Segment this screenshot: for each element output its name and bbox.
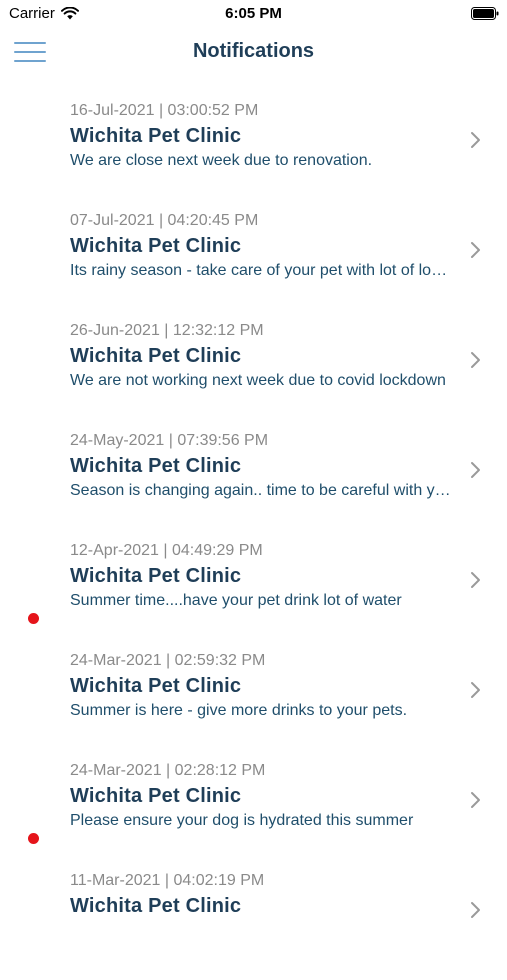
notification-sender: Wichita Pet Clinic bbox=[70, 235, 242, 257]
chevron-right-icon bbox=[471, 132, 480, 148]
notification-message: Summer time....have your pet drink lot o… bbox=[70, 592, 402, 609]
chevron-right-icon bbox=[471, 242, 480, 258]
chevron-right-icon bbox=[471, 682, 480, 698]
notification-message: We are not working next week due to covi… bbox=[70, 372, 446, 389]
notification-item[interactable]: 16-Jul-2021 | 03:00:52 PM Wichita Pet Cli… bbox=[0, 100, 507, 210]
notification-message: Please ensure your dog is hydrated this … bbox=[70, 812, 414, 829]
notification-date: 11-Mar-2021 | 04:02:19 PM bbox=[70, 872, 265, 889]
notification-date: 24-Mar-2021 | 02:59:32 PM bbox=[70, 652, 266, 669]
notification-item[interactable]: 07-Jul-2021 | 04:20:45 PM Wichita Pet Cli… bbox=[0, 210, 507, 320]
notification-sender: Wichita Pet Clinic bbox=[70, 345, 242, 367]
chevron-right-icon bbox=[471, 352, 480, 368]
navigation-bar: Notifications bbox=[0, 28, 507, 78]
chevron-right-icon bbox=[471, 792, 480, 808]
chevron-right-icon bbox=[471, 462, 480, 478]
chevron-right-icon bbox=[471, 572, 480, 588]
notification-message: Its rainy season - take care of your pet… bbox=[70, 262, 454, 279]
unread-indicator bbox=[28, 613, 39, 624]
notification-item[interactable]: 24-Mar-2021 | 02:59:32 PM Wichita Pet Cli… bbox=[0, 650, 507, 760]
notification-date: 12-Apr-2021 | 04:49:29 PM bbox=[70, 542, 263, 559]
battery-icon bbox=[471, 7, 499, 20]
notification-message: Summer is here - give more drinks to you… bbox=[70, 702, 408, 719]
status-time: 6:05 PM bbox=[225, 5, 282, 22]
unread-indicator bbox=[28, 833, 39, 844]
status-bar: Carrier 6:05 PM bbox=[0, 0, 507, 28]
notification-item[interactable]: 11-Mar-2021 | 04:02:19 PM Wichita Pet Cli… bbox=[0, 870, 507, 980]
notification-sender: Wichita Pet Clinic bbox=[70, 125, 242, 147]
notification-sender: Wichita Pet Clinic bbox=[70, 675, 242, 697]
notification-sender: Wichita Pet Clinic bbox=[70, 565, 242, 587]
notification-sender: Wichita Pet Clinic bbox=[70, 895, 242, 917]
notification-item[interactable]: 26-Jun-2021 | 12:32:12 PM Wichita Pet Cli… bbox=[0, 320, 507, 430]
notification-message: Season is changing again.. time to be ca… bbox=[70, 482, 454, 499]
notification-message: We are close next week due to renovation… bbox=[70, 152, 373, 169]
chevron-right-icon bbox=[471, 902, 480, 918]
notification-date: 16-Jul-2021 | 03:00:52 PM bbox=[70, 102, 259, 119]
notification-list: 16-Jul-2021 | 03:00:52 PM Wichita Pet Cli… bbox=[0, 100, 507, 980]
notification-item[interactable]: 24-Mar-2021 | 02:28:12 PM Wichita Pet Cli… bbox=[0, 760, 507, 870]
notification-item[interactable]: 12-Apr-2021 | 04:49:29 PM Wichita Pet Cli… bbox=[0, 540, 507, 650]
notification-sender: Wichita Pet Clinic bbox=[70, 455, 242, 477]
notification-date: 24-Mar-2021 | 02:28:12 PM bbox=[70, 762, 266, 779]
notification-sender: Wichita Pet Clinic bbox=[70, 785, 242, 807]
notification-item[interactable]: 24-May-2021 | 07:39:56 PM Wichita Pet Cli… bbox=[0, 430, 507, 540]
page-title: Notifications bbox=[192, 40, 315, 62]
notification-date: 24-May-2021 | 07:39:56 PM bbox=[70, 432, 269, 449]
notification-date: 07-Jul-2021 | 04:20:45 PM bbox=[70, 212, 259, 229]
notification-date: 26-Jun-2021 | 12:32:12 PM bbox=[70, 322, 264, 339]
